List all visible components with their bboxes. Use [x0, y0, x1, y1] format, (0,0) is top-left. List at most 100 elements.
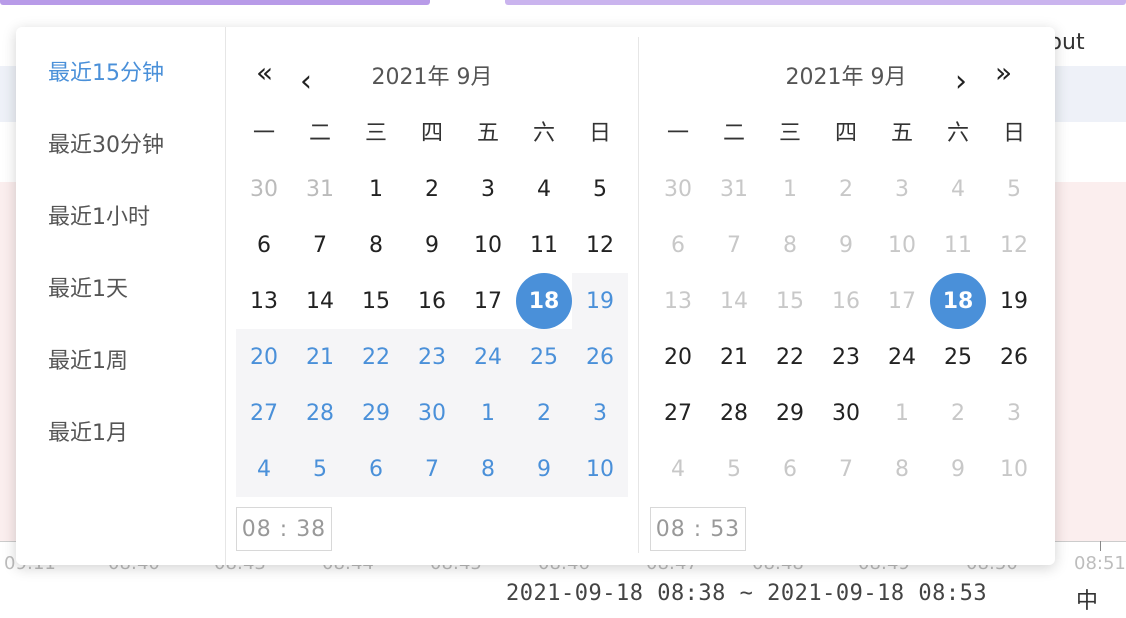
- day-cell[interactable]: 10: [460, 217, 516, 273]
- day-cell[interactable]: 15: [348, 273, 404, 329]
- day-cell[interactable]: 1: [348, 161, 404, 217]
- week-row: 6 7 8 9 10 11 12: [236, 217, 628, 273]
- end-time-input[interactable]: 08 : 53: [650, 507, 746, 551]
- next-month-icon[interactable]: ›: [955, 67, 967, 97]
- day-cell[interactable]: 25: [930, 329, 986, 385]
- day-cell[interactable]: 31: [292, 161, 348, 217]
- day-number: 9: [839, 232, 853, 258]
- weekday-label: 三: [778, 121, 801, 146]
- day-number: 1: [895, 400, 909, 426]
- day-cell[interactable]: 27: [236, 385, 292, 441]
- day-number: 7: [839, 456, 853, 482]
- day-number: 10: [1000, 456, 1028, 482]
- day-cell[interactable]: 2: [516, 385, 572, 441]
- day-cell[interactable]: 28: [706, 385, 762, 441]
- day-cell: 31: [706, 161, 762, 217]
- shortcut-item[interactable]: 最近1天: [16, 273, 225, 345]
- day-number: 31: [306, 176, 334, 202]
- day-cell: 6: [762, 441, 818, 497]
- shortcut-item[interactable]: 最近30分钟: [16, 129, 225, 201]
- day-cell[interactable]: 20: [650, 329, 706, 385]
- day-cell[interactable]: 27: [650, 385, 706, 441]
- day-number: 17: [888, 288, 916, 314]
- start-time-input[interactable]: 08 : 38: [236, 507, 332, 551]
- day-cell[interactable]: 3: [460, 161, 516, 217]
- shortcut-item[interactable]: 最近1周: [16, 345, 225, 417]
- language-switch[interactable]: 中: [1076, 583, 1098, 615]
- day-cell[interactable]: 8: [460, 441, 516, 497]
- left-day-grid: 30 31 1 2 3 4 5 6 7 8 9 10 11 12 13 14 15 16 17 18 19 20 21 22 2…: [236, 161, 628, 497]
- day-cell[interactable]: 7: [292, 217, 348, 273]
- day-cell[interactable]: 13: [236, 273, 292, 329]
- day-cell[interactable]: 29: [348, 385, 404, 441]
- week-row: 30 31 1 2 3 4 5: [236, 161, 628, 217]
- day-number: 4: [257, 456, 271, 482]
- day-cell[interactable]: 6: [348, 441, 404, 497]
- day-cell[interactable]: 6: [236, 217, 292, 273]
- day-cell[interactable]: 2: [404, 161, 460, 217]
- right-calendar-panel: 2021年 9月 › » 一二三四五六日 30 31 1 2 3 4 5 6 7 8 9 10 11 12…: [650, 27, 1042, 565]
- day-cell[interactable]: 19: [572, 273, 628, 329]
- next-year-icon[interactable]: »: [995, 59, 1012, 87]
- day-cell[interactable]: 30: [236, 161, 292, 217]
- day-cell[interactable]: 8: [348, 217, 404, 273]
- day-cell[interactable]: 21: [706, 329, 762, 385]
- day-cell[interactable]: 1: [460, 385, 516, 441]
- day-cell[interactable]: 26: [572, 329, 628, 385]
- day-cell[interactable]: 28: [292, 385, 348, 441]
- day-cell[interactable]: 24: [874, 329, 930, 385]
- day-number: 4: [951, 176, 965, 202]
- day-cell[interactable]: 29: [762, 385, 818, 441]
- day-cell[interactable]: 5: [572, 161, 628, 217]
- week-row: 13 14 15 16 17 18 19: [236, 273, 628, 329]
- day-number: 8: [481, 456, 495, 482]
- day-cell[interactable]: 21: [292, 329, 348, 385]
- shortcut-item[interactable]: 最近15分钟: [16, 57, 225, 129]
- day-cell[interactable]: 30: [818, 385, 874, 441]
- day-cell: 16: [818, 273, 874, 329]
- day-cell[interactable]: 26: [986, 329, 1042, 385]
- day-cell[interactable]: 5: [292, 441, 348, 497]
- day-number: 24: [888, 344, 916, 370]
- day-cell[interactable]: 3: [572, 385, 628, 441]
- day-cell[interactable]: 25: [516, 329, 572, 385]
- day-cell[interactable]: 23: [818, 329, 874, 385]
- day-cell[interactable]: 4: [236, 441, 292, 497]
- day-cell[interactable]: 12: [572, 217, 628, 273]
- day-cell[interactable]: 20: [236, 329, 292, 385]
- day-number: 30: [664, 176, 692, 202]
- week-row: 20 21 22 23 24 25 26: [650, 329, 1042, 385]
- day-number: 16: [832, 288, 860, 314]
- day-cell[interactable]: 17: [460, 273, 516, 329]
- day-cell[interactable]: 19: [986, 273, 1042, 329]
- day-cell[interactable]: 9: [404, 217, 460, 273]
- week-row: 13 14 15 16 17 18 19: [650, 273, 1042, 329]
- day-number: 20: [250, 344, 278, 370]
- day-cell[interactable]: 4: [516, 161, 572, 217]
- day-cell[interactable]: 23: [404, 329, 460, 385]
- day-number: 7: [313, 232, 327, 258]
- day-cell[interactable]: 24: [460, 329, 516, 385]
- shortcut-item[interactable]: 最近1月: [16, 417, 225, 489]
- selected-day-cell[interactable]: 18: [516, 273, 572, 329]
- day-cell[interactable]: 7: [404, 441, 460, 497]
- day-cell[interactable]: 22: [762, 329, 818, 385]
- day-number: 27: [250, 400, 278, 426]
- day-number: 3: [593, 400, 607, 426]
- day-cell: 10: [986, 441, 1042, 497]
- day-number: 5: [1007, 176, 1021, 202]
- shortcut-item[interactable]: 最近1小时: [16, 201, 225, 273]
- day-number: 30: [832, 400, 860, 426]
- day-cell[interactable]: 9: [516, 441, 572, 497]
- weekday-label: 六: [946, 121, 969, 146]
- day-cell[interactable]: 10: [572, 441, 628, 497]
- day-cell[interactable]: 16: [404, 273, 460, 329]
- day-number: 5: [593, 176, 607, 202]
- day-cell[interactable]: 14: [292, 273, 348, 329]
- selected-range-text[interactable]: 2021-09-18 08:38 ~ 2021-09-18 08:53: [506, 581, 987, 606]
- selected-day-cell[interactable]: 18: [930, 273, 986, 329]
- day-cell[interactable]: 22: [348, 329, 404, 385]
- day-cell[interactable]: 30: [404, 385, 460, 441]
- day-cell[interactable]: 11: [516, 217, 572, 273]
- day-number: 10: [586, 456, 614, 482]
